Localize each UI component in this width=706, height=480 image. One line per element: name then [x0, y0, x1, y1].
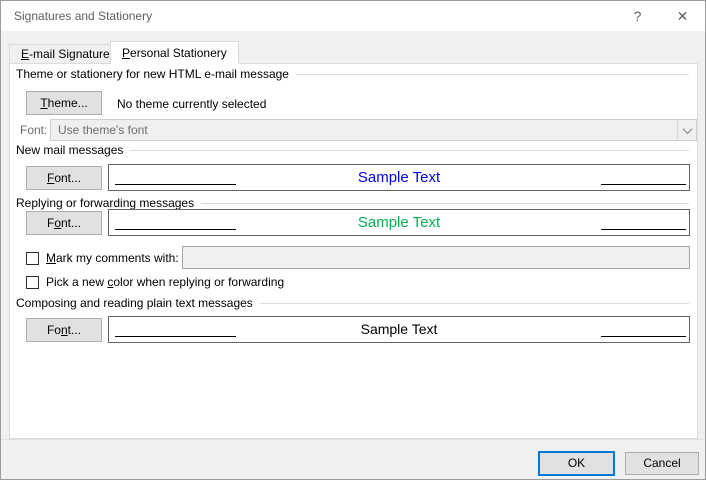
reply-forward-group-label: Replying or forwarding messages — [16, 195, 195, 210]
pick-color-checkbox[interactable] — [26, 276, 39, 289]
reply-forward-sample-preview: Sample Text — [108, 209, 690, 236]
tab-personal-stationery[interactable]: Personal Stationery — [110, 41, 239, 64]
dialog-footer: OK Cancel — [1, 439, 705, 479]
tab-email-signature-accesskey: E — [21, 47, 30, 61]
new-mail-sample-preview: Sample Text — [108, 164, 690, 191]
help-icon: ? — [633, 8, 642, 24]
tab-email-signature[interactable]: E-mail Signature — [9, 44, 122, 64]
personal-stationery-page: Theme or stationery for new HTML e-mail … — [9, 63, 698, 439]
pick-color-label[interactable]: Pick a new color when replying or forwar… — [46, 275, 284, 289]
sample-rule-right — [601, 229, 686, 230]
plain-text-group-divider — [259, 302, 689, 304]
reply-forward-group-heading: Replying or forwarding messages — [16, 195, 690, 210]
pick-color-label-rest: olor when replying or forwarding — [113, 275, 285, 289]
cancel-button[interactable]: Cancel — [625, 452, 699, 475]
new-mail-group-divider — [130, 149, 689, 151]
font-dropdown-label: Font: — [20, 123, 48, 137]
plain-text-group-label: Composing and reading plain text message… — [16, 295, 253, 310]
tab-personal-stationery-accesskey: P — [122, 46, 131, 60]
new-mail-group-heading: New mail messages — [16, 142, 690, 157]
theme-group-divider — [295, 73, 689, 75]
reply-forward-group-divider — [201, 202, 689, 204]
plain-text-font-button-pre: Fo — [46, 323, 61, 337]
sample-rule-right — [601, 336, 686, 337]
tab-personal-stationery-label: ersonal Stationery — [130, 46, 227, 60]
reply-forward-font-button-rest: nt... — [61, 216, 82, 230]
plain-text-font-button-rest: t... — [67, 323, 82, 337]
mark-comments-label[interactable]: Mark my comments with: — [46, 251, 179, 265]
sample-rule-right — [601, 184, 686, 185]
theme-group-heading: Theme or stationery for new HTML e-mail … — [16, 66, 690, 81]
ok-button[interactable]: OK — [538, 451, 615, 476]
theme-button-rest: heme... — [47, 96, 88, 110]
pick-color-label-pre: Pick a new — [46, 275, 108, 289]
plain-text-font-button-accesskey: n — [60, 323, 68, 337]
theme-status-text: No theme currently selected — [117, 97, 267, 111]
mark-comments-input[interactable] — [182, 246, 690, 269]
close-icon: ✕ — [676, 7, 689, 24]
close-button[interactable]: ✕ — [660, 1, 705, 31]
theme-group-label: Theme or stationery for new HTML e-mail … — [16, 66, 289, 81]
mark-comments-label-accesskey: M — [46, 251, 56, 265]
plain-text-sample-text: Sample Text — [360, 321, 438, 337]
new-mail-font-button[interactable]: Font... — [26, 166, 102, 190]
mark-comments-checkbox[interactable] — [26, 252, 39, 265]
theme-font-dropdown[interactable]: Use theme's font — [50, 119, 697, 141]
help-button[interactable]: ? — [615, 1, 660, 31]
title-bar: Signatures and Stationery ? ✕ — [1, 1, 705, 31]
chevron-down-icon — [682, 123, 692, 134]
theme-font-dropdown-value: Use theme's font — [58, 123, 148, 137]
theme-button[interactable]: Theme... — [26, 91, 102, 115]
window-title: Signatures and Stationery — [14, 9, 153, 23]
plain-text-sample-preview: Sample Text — [108, 316, 690, 343]
mark-comments-label-rest: ark my comments with: — [56, 251, 179, 265]
plain-text-font-button[interactable]: Font... — [26, 318, 102, 342]
reply-forward-font-button[interactable]: Font... — [26, 211, 102, 235]
dropdown-arrow-button[interactable] — [677, 120, 696, 140]
signatures-and-stationery-dialog: Signatures and Stationery ? ✕ E-mail Sig… — [0, 0, 706, 480]
reply-forward-font-button-accesskey: o — [54, 216, 61, 230]
plain-text-group-heading: Composing and reading plain text message… — [16, 295, 690, 310]
new-mail-font-button-rest: ont... — [54, 171, 82, 185]
theme-button-accesskey: T — [40, 96, 48, 110]
tab-email-signature-label: -mail Signature — [29, 47, 110, 61]
new-mail-group-label: New mail messages — [16, 142, 124, 157]
